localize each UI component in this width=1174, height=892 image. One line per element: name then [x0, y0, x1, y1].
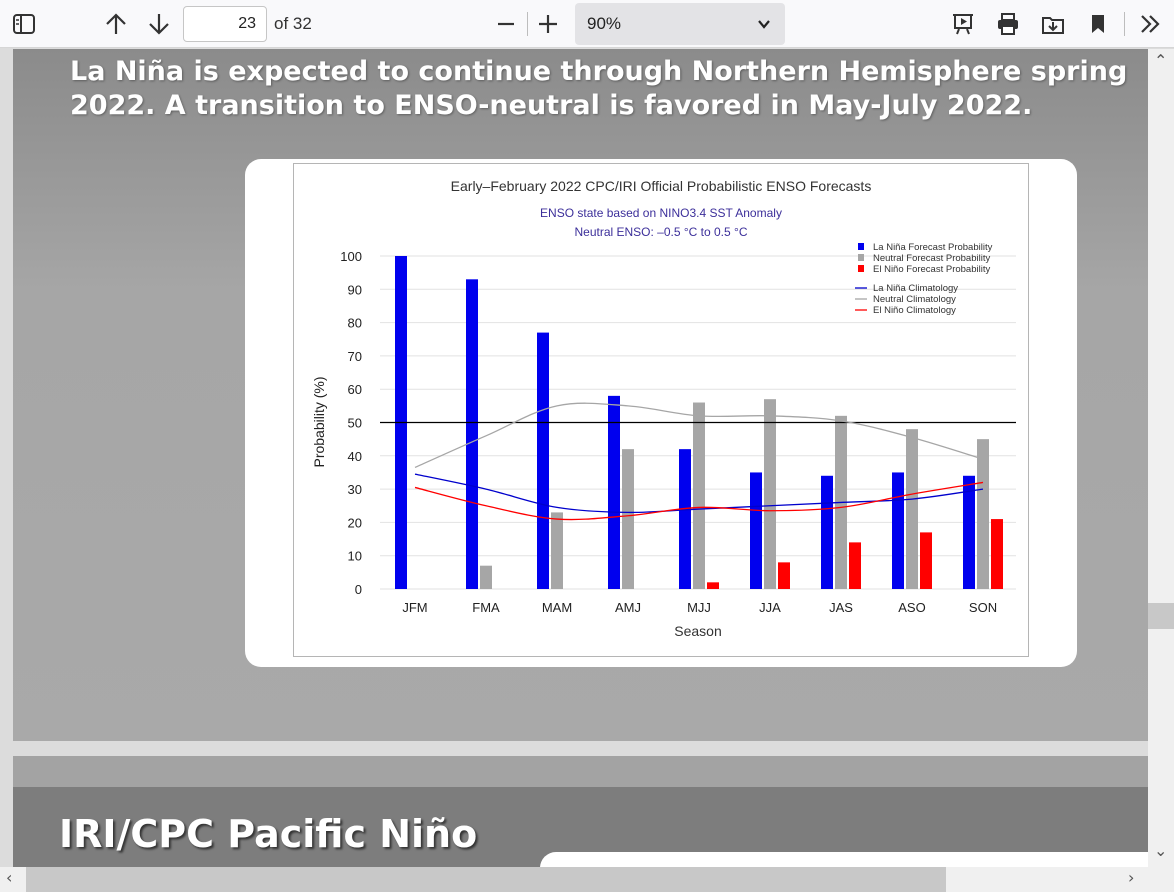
y-tick-label: 100 — [340, 249, 362, 264]
bar — [622, 449, 634, 589]
next-page-icon[interactable] — [143, 8, 175, 40]
slide-content-card — [540, 852, 1148, 867]
scroll-right-icon[interactable]: › — [1128, 868, 1134, 887]
bar — [608, 395, 620, 589]
legend-entry: El Niño Climatology — [873, 305, 956, 316]
bookmark-icon[interactable] — [1082, 8, 1114, 40]
horizontal-scroll-thumb[interactable] — [26, 867, 946, 892]
x-tick-label: JJA — [759, 600, 781, 615]
y-tick-label: 40 — [348, 449, 362, 464]
bar — [537, 332, 549, 589]
bar — [991, 519, 1003, 589]
previous-page-icon[interactable] — [100, 8, 132, 40]
scroll-up-icon[interactable]: ⌃ — [1154, 51, 1167, 70]
y-tick-label: 70 — [348, 349, 362, 364]
legend-entry: Neutral Climatology — [873, 294, 956, 305]
zoom-value: 90% — [587, 14, 622, 33]
vertical-scroll-thumb[interactable] — [1148, 603, 1174, 629]
x-tick-label: FMA — [472, 600, 500, 615]
print-icon[interactable] — [992, 8, 1024, 40]
y-tick-label: 60 — [348, 382, 362, 397]
pdf-toolbar: 23 of 32 90% — [0, 0, 1174, 48]
page-number-input[interactable]: 23 — [183, 6, 267, 42]
legend-swatch — [858, 243, 864, 250]
bar — [920, 532, 932, 589]
legend-entry: El Niño Forecast Probability — [873, 264, 990, 275]
bar — [707, 582, 719, 589]
x-tick-label: JAS — [829, 600, 853, 615]
legend-entry: La Niña Climatology — [873, 283, 958, 294]
vertical-scrollbar[interactable]: ⌃ ⌄ — [1148, 49, 1174, 867]
y-tick-label: 0 — [355, 582, 362, 597]
y-tick-label: 50 — [348, 416, 362, 431]
more-tools-icon[interactable] — [1134, 8, 1166, 40]
x-tick-label: MAM — [542, 600, 572, 615]
bar — [750, 472, 762, 589]
document-viewer[interactable]: La Niña is expected to continue through … — [0, 49, 1148, 867]
zoom-select[interactable]: 90% — [575, 3, 785, 45]
bar — [849, 542, 861, 589]
chart-title: Early–February 2022 CPC/IRI Official Pro… — [451, 178, 872, 194]
next-slide-page: IRI/CPC Pacific Niño — [13, 756, 1148, 867]
horizontal-scrollbar[interactable]: ‹ › — [0, 867, 1174, 892]
chart-card: 0 10 20 30 40 50 60 70 80 90 100 Early–February 202… — [245, 159, 1077, 667]
y-axis-label: Probability (%) — [311, 376, 327, 467]
scroll-down-icon[interactable]: ⌄ — [1154, 841, 1167, 860]
legend-swatch — [858, 265, 864, 272]
bar — [963, 475, 975, 589]
legend-entry: La Niña Forecast Probability — [873, 242, 993, 253]
sidebar-toggle-icon[interactable] — [8, 8, 40, 40]
bar — [977, 439, 989, 589]
bar — [906, 429, 918, 589]
y-tick-label: 30 — [348, 482, 362, 497]
presentation-mode-icon[interactable] — [947, 8, 979, 40]
x-tick-label: SON — [969, 600, 997, 615]
bar — [466, 279, 478, 589]
bar — [480, 565, 492, 589]
y-tick-label: 90 — [348, 282, 362, 297]
x-tick-label: JFM — [402, 600, 427, 615]
bar — [764, 399, 776, 589]
bar — [892, 472, 904, 589]
chart-frame: 0 10 20 30 40 50 60 70 80 90 100 Early–February 202… — [293, 163, 1029, 657]
x-tick-label: ASO — [898, 600, 925, 615]
enso-forecast-chart: 0 10 20 30 40 50 60 70 80 90 100 Early–February 202… — [311, 178, 1016, 639]
x-tick-label: AMJ — [615, 600, 641, 615]
bar — [821, 475, 833, 589]
slide-title: La Niña is expected to continue through … — [70, 56, 1128, 121]
bar — [551, 512, 563, 589]
x-tick-label: MJJ — [687, 600, 711, 615]
y-tick-label: 10 — [348, 549, 362, 564]
save-download-icon[interactable] — [1037, 8, 1069, 40]
slide-page: La Niña is expected to continue through … — [13, 49, 1148, 741]
bar — [679, 449, 691, 589]
y-tick-label: 20 — [348, 515, 362, 530]
toolbar-divider — [527, 12, 528, 36]
y-tick-label: 80 — [348, 316, 362, 331]
zoom-out-icon[interactable] — [490, 8, 522, 40]
chart-subtitle: Neutral ENSO: –0.5 °C to 0.5 °C — [574, 225, 747, 239]
x-axis-label: Season — [674, 623, 721, 639]
bar — [693, 402, 705, 589]
legend-entry: Neutral Forecast Probability — [873, 253, 990, 264]
slide-title: IRI/CPC Pacific Niño — [59, 812, 478, 856]
zoom-in-icon[interactable] — [532, 8, 564, 40]
chart-subtitle: ENSO state based on NINO3.4 SST Anomaly — [540, 206, 782, 220]
chevron-down-icon — [757, 16, 771, 35]
legend-swatch — [858, 254, 864, 261]
bar — [778, 562, 790, 589]
toolbar-divider — [1124, 12, 1125, 36]
scroll-left-icon[interactable]: ‹ — [6, 868, 12, 887]
page-total-label: of 32 — [274, 14, 312, 33]
